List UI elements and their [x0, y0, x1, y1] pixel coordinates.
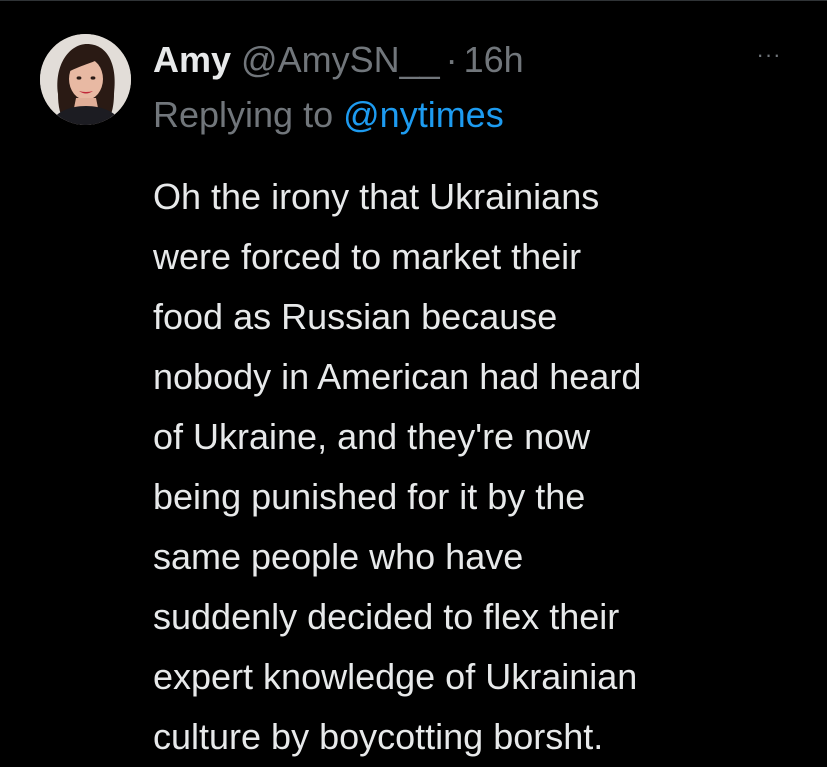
tweet-text-line: of Ukraine, and they're now [153, 416, 591, 457]
top-divider [0, 0, 827, 1]
separator-dot: · [445, 39, 458, 80]
tweet-text: Oh the irony that Ukrainians were forced… [153, 167, 793, 767]
tweet-text-line: culture by boycotting borsht. [153, 716, 604, 757]
replying-to: Replying to @nytimes [153, 93, 504, 137]
tweet-text-line: suddenly decided to flex their [153, 596, 620, 637]
user-handle[interactable]: @AmySN__ [241, 38, 440, 82]
timestamp[interactable]: 16h [464, 38, 524, 82]
tweet-text-line: were forced to market their [153, 236, 582, 277]
tweet-text-line: expert knowledge of Ukrainian [153, 656, 638, 697]
tweet-text-line: being punished for it by the [153, 476, 586, 517]
tweet-header: Amy @AmySN__ · 16h [153, 38, 524, 82]
avatar[interactable] [40, 34, 131, 125]
tweet-text-line: Oh the irony that Ukrainians [153, 176, 600, 217]
tweet-text-line: nobody in American had heard [153, 356, 642, 397]
more-options-button[interactable]: ··· [752, 42, 786, 67]
replying-to-handle-link[interactable]: @nytimes [343, 94, 504, 135]
tweet-text-line: food as Russian because [153, 296, 558, 337]
display-name[interactable]: Amy [153, 38, 231, 82]
replying-to-label: Replying to [153, 94, 334, 135]
avatar-image [40, 34, 131, 125]
tweet-text-line: same people who have [153, 536, 524, 577]
ellipsis-icon: ··· [756, 42, 782, 67]
